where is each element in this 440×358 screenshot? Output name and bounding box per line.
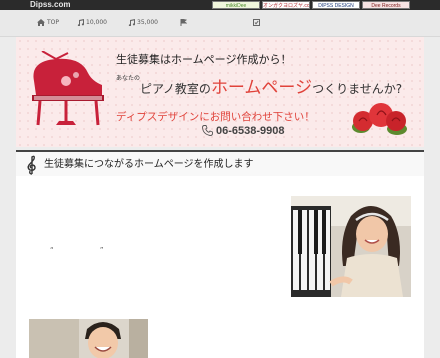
content-area: “ ” (16, 176, 424, 358)
top-bar: Dipss.com mikkiDee オンガクヨロズヤ.com DIPSS DE… (0, 0, 440, 10)
hero-subheadline: あなたのピアノ教室のホームページつくりませんか? (116, 73, 402, 98)
nav-label: 10,000 (86, 19, 107, 26)
treble-clef-icon (27, 155, 36, 175)
home-icon (37, 19, 45, 26)
nav-item-top[interactable]: TOP (37, 10, 59, 36)
hero-phone-number[interactable]: 06-6538-9908 (216, 125, 285, 137)
nav-item-35000[interactable]: 35,000 (128, 10, 158, 36)
roses-decoration (352, 103, 407, 135)
section-title: 生徒募集につながるホームページを作成します (44, 159, 254, 170)
girl-playing-piano-photo (291, 196, 411, 297)
hero-banner[interactable]: 生徒募集はホームページ作成から！ あなたのピアノ教室のホームページつくりませんか… (16, 37, 424, 147)
partner-link-2[interactable]: オンガクヨロズヤ.com (262, 1, 310, 9)
flag-icon (180, 18, 188, 26)
phone-icon (202, 125, 213, 136)
partner-link-3[interactable]: DIPSS DESIGN (312, 1, 360, 9)
partner-link-1[interactable]: mikkiDee (212, 1, 260, 9)
hero-text-c: つくりませんか? (312, 82, 403, 96)
document-icon (253, 19, 260, 26)
quote-marks: “ ” (50, 246, 126, 254)
hero-text-a: ピアノ教室の (140, 82, 211, 96)
nav-label: TOP (47, 19, 60, 26)
nav-item-10000[interactable]: 10,000 (77, 10, 107, 36)
nav-item-flag[interactable] (180, 10, 189, 36)
hero-small-text: あなたの (116, 75, 141, 82)
hero-text-highlight: ホームページ (210, 78, 313, 98)
hero-headline: 生徒募集はホームページ作成から！ (116, 53, 292, 66)
partner-link-4[interactable]: Dee Records (362, 1, 410, 9)
music-note-icon (128, 19, 136, 27)
boy-photo (29, 319, 148, 358)
nav-item-document[interactable] (253, 10, 262, 36)
site-brand[interactable]: Dipss.com (30, 0, 70, 10)
section-header: 生徒募集につながるホームページを作成します (16, 150, 424, 178)
nav-label: 35,000 (137, 19, 158, 26)
music-note-icon (77, 19, 85, 27)
main-nav: TOP 10,000 35,000 (0, 10, 440, 37)
hero-contact-text: ディプスデザインにお問い合わせ下さい！ (116, 111, 315, 123)
grand-piano-icon (32, 51, 104, 126)
